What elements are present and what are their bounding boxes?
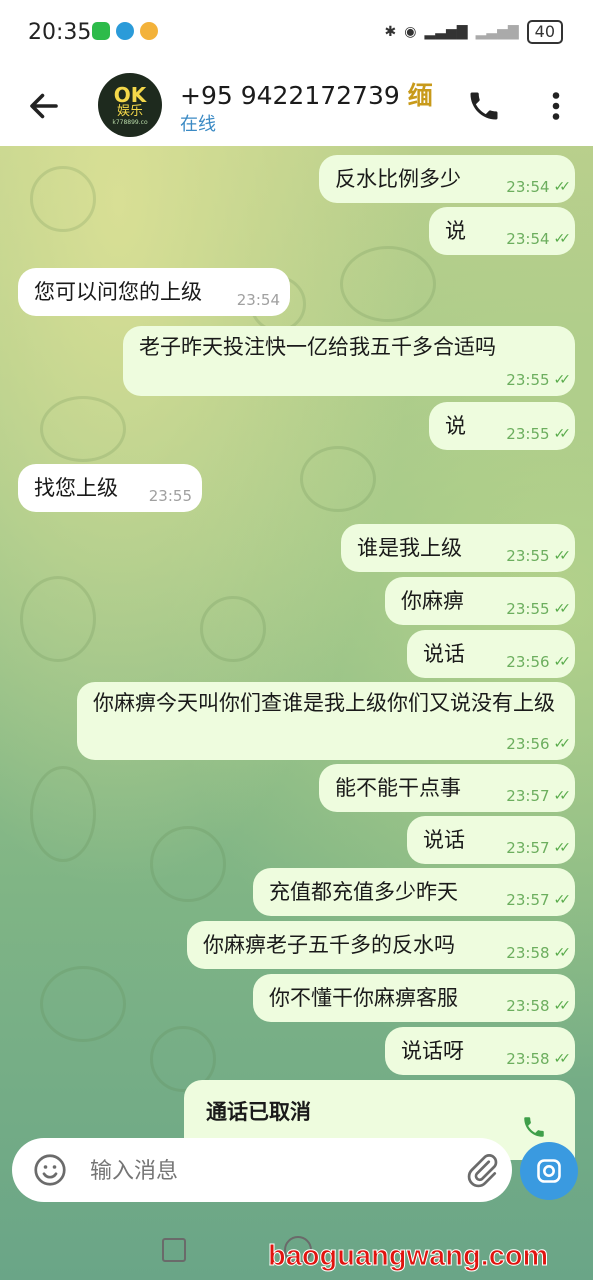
message-text: 老子昨天投注快一亿给我五千多合适吗 — [139, 335, 496, 359]
message-time: 23:54 — [506, 230, 550, 248]
message-meta: 23:58 ✓✓ — [506, 944, 572, 962]
avatar-site: k778899.co — [112, 118, 148, 126]
wifi-icon: ◉ — [404, 24, 417, 40]
back-arrow-icon[interactable] — [26, 88, 62, 124]
phone-icon[interactable] — [466, 88, 502, 124]
camera-button[interactable] — [520, 1142, 578, 1200]
incoming-message[interactable]: 您可以问您的上级 23:54 — [18, 268, 290, 316]
message-meta: 23:56 ✓✓ — [506, 735, 572, 753]
message-meta: 23:57 ✓✓ — [506, 891, 572, 909]
message-input[interactable] — [88, 1154, 432, 1188]
message-time: 23:56 — [506, 735, 550, 753]
outgoing-message[interactable]: 能不能干点事 23:57 ✓✓ — [319, 764, 575, 812]
call-phone-icon[interactable] — [521, 1114, 547, 1140]
double-check-icon: ✓✓ — [553, 892, 572, 908]
double-check-icon: ✓✓ — [553, 945, 572, 961]
status-time: 20:35 — [28, 20, 92, 45]
message-time: 23:54 — [506, 178, 550, 196]
more-vertical-icon[interactable] — [544, 88, 568, 124]
watermark: baoguangwang.com — [267, 1240, 549, 1273]
weibo-icon — [140, 22, 158, 40]
message-composer — [12, 1138, 512, 1202]
outgoing-message[interactable]: 说话 23:57 ✓✓ — [407, 816, 575, 864]
outgoing-message[interactable]: 充值都充值多少昨天 23:57 ✓✓ — [253, 868, 575, 916]
outgoing-message[interactable]: 你不懂干你麻痹客服 23:58 ✓✓ — [253, 974, 575, 1022]
outgoing-message[interactable]: 反水比例多少 23:54 ✓✓ — [319, 155, 575, 203]
message-meta: 23:57 ✓✓ — [506, 787, 572, 805]
outgoing-message[interactable]: 老子昨天投注快一亿给我五千多合适吗 23:55 ✓✓ — [123, 326, 575, 396]
message-time: 23:58 — [506, 1050, 550, 1068]
system-indicators: ✱ ◉ ▂▃▅▇ ▂▃▅▇ 40 — [385, 20, 563, 44]
battery-indicator: 40 — [526, 20, 563, 44]
message-meta: 23:55 ✓✓ — [506, 371, 572, 389]
chat-header: OK 娱乐 k778899.co +95 9422172739 缅 在线 — [0, 68, 593, 146]
message-time: 23:55 — [148, 487, 192, 505]
message-meta: 23:56 ✓✓ — [506, 653, 572, 671]
outgoing-message[interactable]: 谁是我上级 23:55 ✓✓ — [341, 524, 575, 572]
outgoing-message[interactable]: 你麻痹 23:55 ✓✓ — [385, 577, 575, 625]
bluetooth-icon: ✱ — [384, 24, 397, 40]
message-meta: 23:58 ✓✓ — [506, 1050, 572, 1068]
message-time: 23:56 — [506, 653, 550, 671]
contact-flag: 缅 — [407, 81, 433, 110]
online-status: 在线 — [180, 114, 216, 135]
message-time: 23:58 — [506, 997, 550, 1015]
avatar-subtext: 娱乐 — [116, 103, 143, 119]
message-meta: 23:54 ✓✓ — [506, 230, 572, 248]
double-check-icon: ✓✓ — [553, 426, 572, 442]
double-check-icon: ✓✓ — [553, 179, 572, 195]
double-check-icon: ✓✓ — [553, 998, 572, 1014]
message-meta: 23:55 ✓✓ — [506, 547, 572, 565]
double-check-icon: ✓✓ — [553, 840, 572, 856]
camera-icon — [537, 1159, 561, 1183]
outgoing-message[interactable]: 说 23:54 ✓✓ — [429, 207, 575, 255]
double-check-icon: ✓✓ — [553, 372, 572, 388]
avatar-text: OK — [113, 82, 147, 107]
message-time: 23:54 — [236, 291, 280, 309]
contact-name[interactable]: +95 9422172739 缅 — [180, 76, 433, 112]
emoji-icon[interactable] — [32, 1152, 68, 1188]
signal-icon: ▂▃▅▇ — [424, 24, 468, 40]
double-check-icon: ✓✓ — [553, 654, 572, 670]
double-check-icon: ✓✓ — [553, 231, 572, 247]
contact-number: +95 9422172739 — [180, 81, 400, 110]
message-time: 23:58 — [506, 944, 550, 962]
message-time: 23:57 — [506, 891, 550, 909]
message-meta: 23:54 — [237, 291, 280, 309]
outgoing-message[interactable]: 你麻痹老子五千多的反水吗 23:58 ✓✓ — [187, 921, 575, 969]
message-time: 23:55 — [506, 547, 550, 565]
double-check-icon: ✓✓ — [553, 1051, 572, 1067]
avatar[interactable]: OK 娱乐 k778899.co — [98, 73, 162, 137]
message-time: 23:57 — [506, 839, 550, 857]
message-meta: 23:55 ✓✓ — [506, 600, 572, 618]
wechat-icon — [92, 22, 110, 40]
message-meta: 23:57 ✓✓ — [506, 839, 572, 857]
message-meta: 23:55 — [149, 487, 192, 505]
double-check-icon: ✓✓ — [553, 736, 572, 752]
call-card-title: 通话已取消 — [206, 1100, 311, 1124]
message-time: 23:55 — [506, 371, 550, 389]
double-check-icon: ✓✓ — [553, 548, 572, 564]
telegram-icon — [116, 22, 134, 40]
outgoing-message[interactable]: 说话呀 23:58 ✓✓ — [385, 1027, 575, 1075]
signal-2-icon: ▂▃▅▇ — [475, 24, 519, 40]
status-bar: 20:35 ✱ ◉ ▂▃▅▇ ▂▃▅▇ 40 — [0, 0, 593, 68]
message-text: 你麻痹今天叫你们查谁是我上级你们又说没有上级 — [93, 691, 555, 715]
message-time: 23:55 — [506, 425, 550, 443]
outgoing-message[interactable]: 说 23:55 ✓✓ — [429, 402, 575, 450]
notification-icons — [92, 22, 158, 40]
message-meta: 23:54 ✓✓ — [506, 178, 572, 196]
incoming-message[interactable]: 找您上级 23:55 — [18, 464, 202, 512]
message-time: 23:57 — [506, 787, 550, 805]
double-check-icon: ✓✓ — [553, 601, 572, 617]
outgoing-message[interactable]: 你麻痹今天叫你们查谁是我上级你们又说没有上级 23:56 ✓✓ — [77, 682, 575, 760]
message-meta: 23:55 ✓✓ — [506, 425, 572, 443]
outgoing-message[interactable]: 说话 23:56 ✓✓ — [407, 630, 575, 678]
recents-icon[interactable] — [162, 1238, 186, 1262]
message-time: 23:55 — [506, 600, 550, 618]
paperclip-icon[interactable] — [464, 1152, 500, 1188]
message-meta: 23:58 ✓✓ — [506, 997, 572, 1015]
double-check-icon: ✓✓ — [553, 788, 572, 804]
